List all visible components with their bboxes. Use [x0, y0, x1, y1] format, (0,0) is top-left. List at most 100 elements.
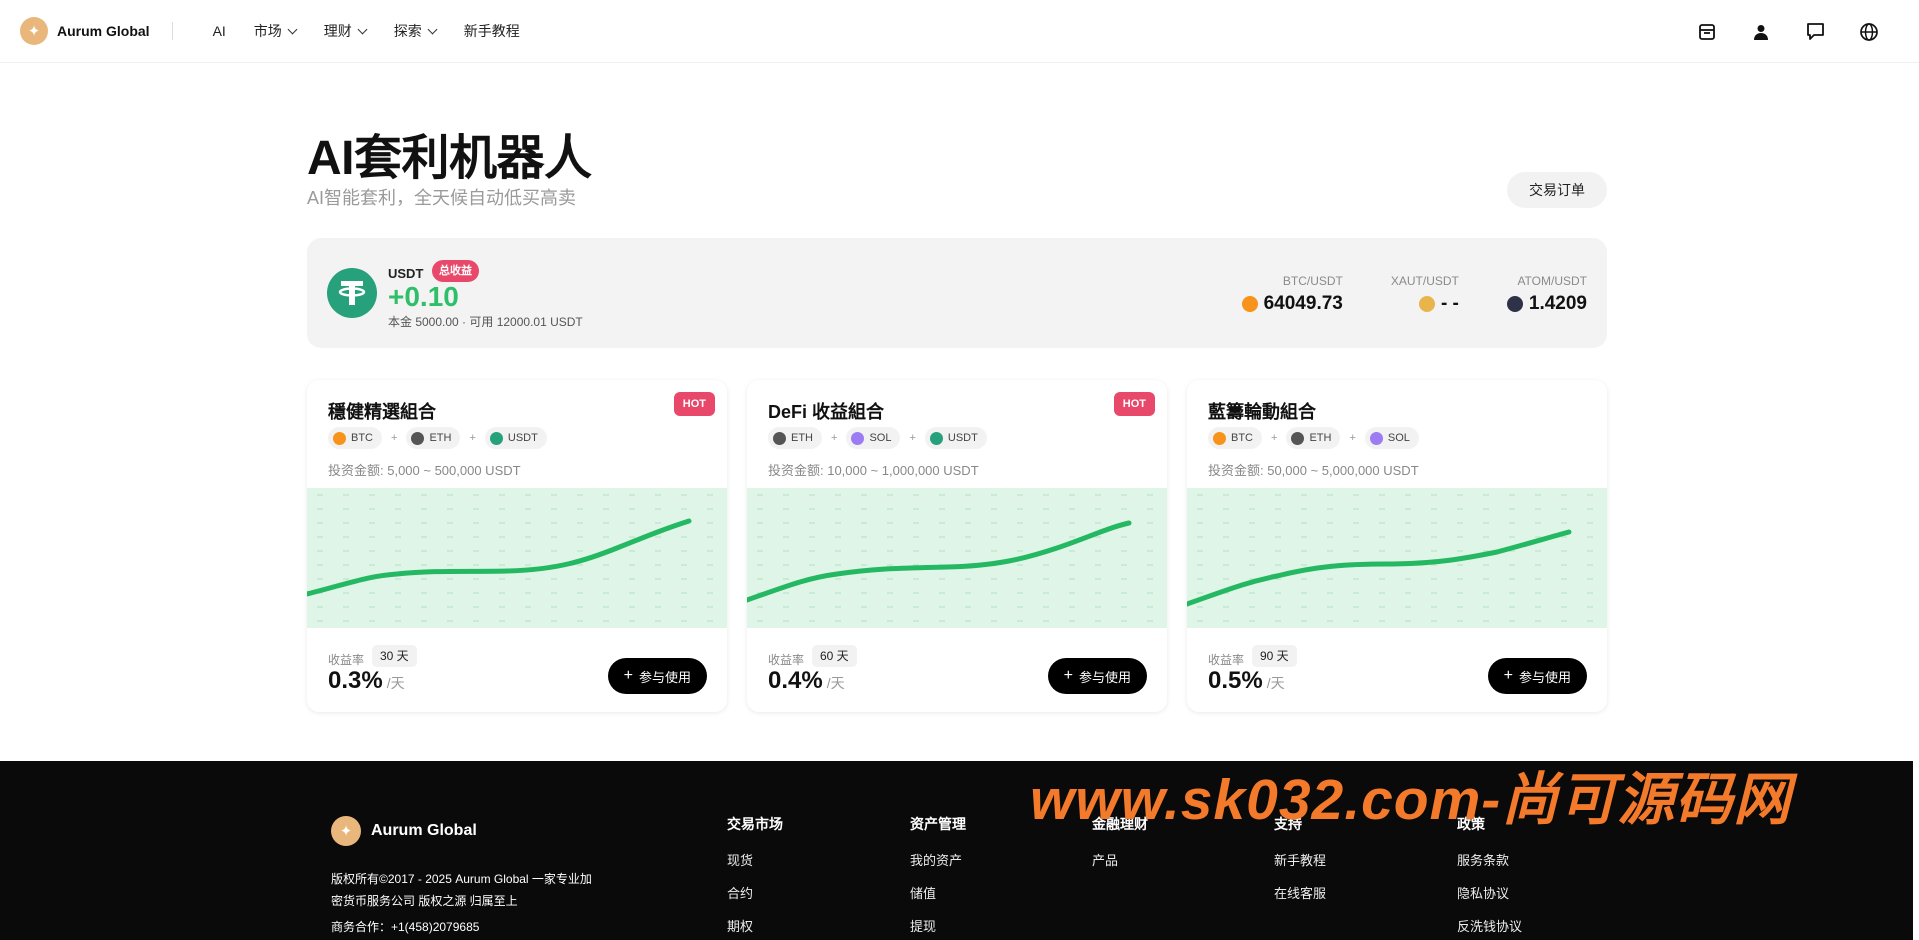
- chevron-down-icon: [357, 24, 368, 34]
- ticker-btc[interactable]: BTC/USDT 64049.73: [1241, 274, 1343, 315]
- footer-link-spot[interactable]: 现货: [727, 850, 783, 869]
- strategy-card: 穩健精選組合 HOT BTC + ETH + USDT 投资金额: 5,000 …: [307, 380, 727, 712]
- plus-icon: +: [1063, 667, 1073, 684]
- coin-chip: ETH: [406, 427, 461, 449]
- footer-link-products[interactable]: 产品: [1092, 850, 1148, 869]
- strategy-card: 藍籌輪動組合 BTC + ETH + SOL 投资金额: 50,000 ~ 5,…: [1187, 380, 1607, 712]
- watermark-text: www.sk032.com-尚可源码网: [1030, 768, 1792, 832]
- footer-link-options[interactable]: 期权: [727, 916, 783, 935]
- footer-link-futures[interactable]: 合约: [727, 883, 783, 902]
- ticker-xaut[interactable]: XAUT/USDT - -: [1391, 274, 1459, 315]
- user-icon[interactable]: [1751, 22, 1771, 42]
- join-button[interactable]: + 参与使用: [607, 658, 707, 694]
- btc-icon: [1241, 296, 1258, 312]
- usdt-icon: [929, 431, 943, 445]
- card-title: 穩健精選組合: [328, 402, 436, 422]
- chevron-down-icon: [287, 24, 298, 34]
- footer-link-aml[interactable]: 反洗钱协议: [1457, 916, 1522, 935]
- xaut-icon: [1418, 296, 1435, 312]
- investment-range: 投资金额: 50,000 ~ 5,000,000 USDT: [1208, 463, 1419, 478]
- chat-icon[interactable]: [1805, 22, 1825, 42]
- nav-item-ai[interactable]: AI: [213, 23, 226, 39]
- chevron-down-icon: [427, 24, 438, 34]
- brand-logo-icon: ✦: [331, 816, 361, 846]
- top-header: ✦ Aurum Global AI 市场 理财 探索 新手教程: [0, 0, 1919, 63]
- main-nav: AI 市场 理财 探索 新手教程: [213, 21, 548, 41]
- daily-rate: 0.3%/天: [328, 667, 405, 694]
- trade-orders-button[interactable]: 交易订单: [1507, 172, 1607, 208]
- footer-link-my-assets[interactable]: 我的资产: [910, 850, 966, 869]
- join-button[interactable]: + 参与使用: [1047, 658, 1147, 694]
- strategy-card: DeFi 收益組合 HOT ETH + SOL + USDT 投资金额: 10,…: [747, 380, 1167, 712]
- nav-item-tutorial[interactable]: 新手教程: [464, 21, 520, 41]
- total-profit-badge: 总收益: [432, 260, 479, 282]
- sol-icon: [1369, 431, 1383, 445]
- eth-icon: [1291, 431, 1305, 445]
- wallet-icon[interactable]: [1697, 22, 1717, 42]
- price-tickers: BTC/USDT 64049.73 XAUT/USDT - - ATOM/USD…: [1241, 274, 1587, 315]
- footer-link-support[interactable]: 在线客服: [1274, 883, 1326, 902]
- coin-chip: BTC: [1208, 427, 1262, 449]
- hot-badge: HOT: [673, 392, 715, 416]
- period-chip: 30 天: [372, 645, 417, 667]
- join-button[interactable]: + 参与使用: [1487, 658, 1587, 694]
- globe-icon[interactable]: [1859, 22, 1879, 42]
- currency-label: USDT: [388, 266, 424, 281]
- earnings-summary: USDT 总收益 +0.10 本金 5000.00 · 可用 12000.01 …: [307, 238, 1607, 348]
- coin-chip: ETH: [1286, 427, 1341, 449]
- trend-chart: [747, 488, 1167, 628]
- btc-icon: [1213, 431, 1226, 445]
- footer-col-trading: 交易市场 现货 合约 期权: [727, 816, 783, 935]
- brand-logo-icon: ✦: [20, 17, 48, 45]
- card-title: 藍籌輪動組合: [1208, 402, 1316, 422]
- brand[interactable]: ✦ Aurum Global: [20, 17, 173, 45]
- daily-rate: 0.4%/天: [768, 667, 845, 694]
- page-title: AI套利机器人: [307, 132, 592, 185]
- footer-link-deposit[interactable]: 储值: [910, 883, 966, 902]
- nav-item-explore[interactable]: 探索: [394, 21, 438, 41]
- period-chip: 90 天: [1252, 645, 1297, 667]
- footer-link-withdraw[interactable]: 提现: [910, 916, 966, 935]
- coin-chip: USDT: [924, 427, 987, 449]
- rate-label: 收益率: [1208, 653, 1245, 667]
- sol-icon: [851, 431, 865, 445]
- footer-link-privacy[interactable]: 隐私协议: [1457, 883, 1522, 902]
- nav-item-finance[interactable]: 理财: [324, 21, 368, 41]
- eth-icon: [773, 431, 786, 445]
- nav-item-market[interactable]: 市场: [254, 21, 298, 41]
- coin-list: BTC + ETH + USDT: [328, 427, 547, 449]
- daily-rate: 0.5%/天: [1208, 667, 1285, 694]
- strategy-cards: 穩健精選組合 HOT BTC + ETH + USDT 投资金额: 5,000 …: [307, 380, 1607, 712]
- atom-icon: [1506, 296, 1523, 312]
- coin-chip: USDT: [484, 427, 547, 449]
- total-profit-value: +0.10: [388, 281, 459, 312]
- eth-icon: [411, 431, 425, 445]
- brand-name: Aurum Global: [57, 23, 150, 39]
- brand-divider: [171, 22, 173, 40]
- coin-chip: SOL: [846, 427, 901, 449]
- usdt-logo-icon: [327, 268, 377, 318]
- page-subtitle: AI智能套利，全天候自动低买高卖: [307, 188, 577, 208]
- coin-chip: ETH: [768, 427, 822, 449]
- usdt-icon: [489, 431, 503, 445]
- footer-link-tutorial[interactable]: 新手教程: [1274, 850, 1326, 869]
- card-title: DeFi 收益組合: [768, 402, 885, 422]
- rate-label: 收益率: [768, 653, 805, 667]
- hot-badge: HOT: [1113, 392, 1155, 416]
- trend-chart: [307, 488, 727, 628]
- ticker-atom[interactable]: ATOM/USDT 1.4209: [1506, 274, 1587, 315]
- footer-link-terms[interactable]: 服务条款: [1457, 850, 1522, 869]
- coin-list: BTC + ETH + SOL: [1208, 427, 1419, 449]
- btc-icon: [333, 431, 346, 445]
- capital-info: 本金 5000.00 · 可用 12000.01 USDT: [388, 315, 583, 329]
- footer-brand[interactable]: ✦ Aurum Global: [331, 816, 477, 846]
- investment-range: 投资金额: 10,000 ~ 1,000,000 USDT: [768, 463, 979, 478]
- plus-icon: +: [623, 667, 633, 684]
- coin-list: ETH + SOL + USDT: [768, 427, 987, 449]
- trend-chart: [1187, 488, 1607, 628]
- period-chip: 60 天: [812, 645, 857, 667]
- plus-icon: +: [1503, 667, 1513, 684]
- copyright-text: 版权所有©2017 - 2025 Aurum Global 一家专业加密货币服务…: [331, 872, 592, 908]
- business-contact: 商务合作：+1(458)2079685: [331, 920, 480, 934]
- coin-chip: SOL: [1364, 427, 1419, 449]
